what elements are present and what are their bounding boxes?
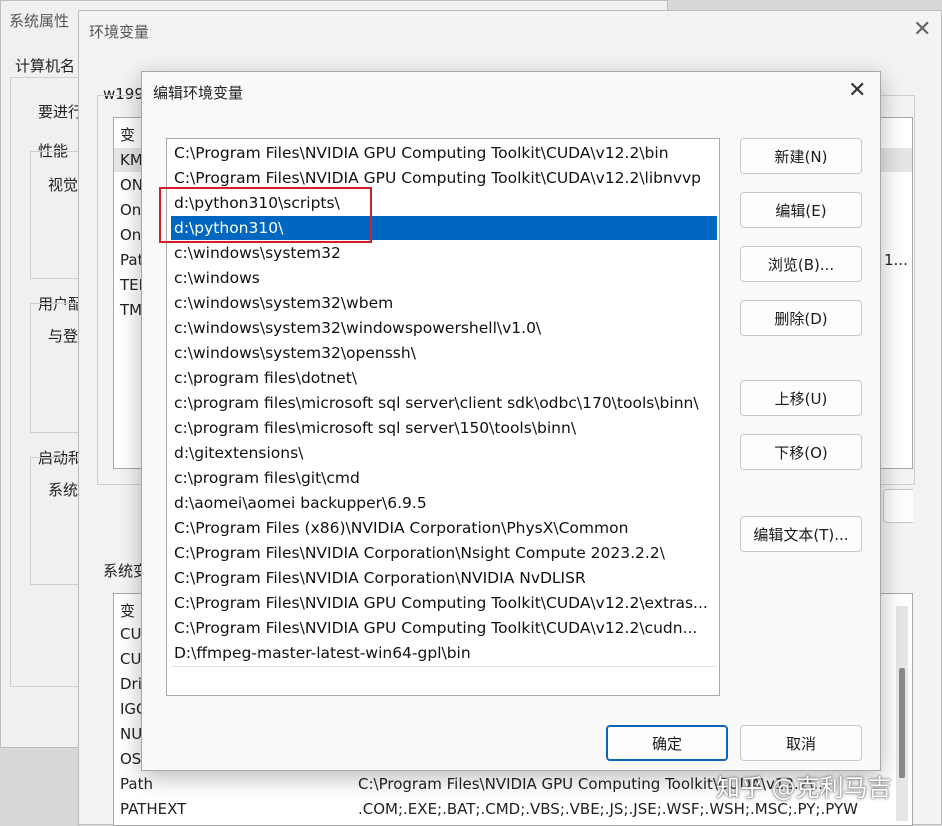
system-properties-title: 系统属性 [9,12,70,30]
sys-vars-scrollbar[interactable] [896,606,908,821]
path-item[interactable]: c:\windows\system32\openssh\ [171,341,717,365]
ok-button[interactable]: 确定 [606,725,728,761]
sys-var-pathext-name[interactable]: PATHEXT [120,800,186,818]
sys-var-name[interactable]: CU [120,625,141,643]
user-var-name[interactable]: TEI [120,276,143,294]
delete-button[interactable]: 删除(D) [740,300,862,336]
highlight-box-annotation [159,187,372,243]
list-divider [171,666,717,667]
label-must: 要进行 [38,103,84,121]
path-item[interactable]: C:\Program Files (x86)\NVIDIA Corporatio… [171,516,717,540]
path-item[interactable]: C:\Program Files\NVIDIA Corporation\Nsig… [171,541,717,565]
user-var-name[interactable]: KM [120,151,143,169]
sys-var-name[interactable]: CU [120,650,141,668]
edit-dialog-close-icon[interactable]: ✕ [848,80,866,102]
new-button[interactable]: 新建(N) [740,138,862,174]
tab-computer-name[interactable]: 计算机名 [15,55,75,76]
move-up-button[interactable]: 上移(U) [740,380,862,416]
environment-variables-title: 环境变量 [89,23,150,41]
user-var-name[interactable]: On [120,226,141,244]
path-item[interactable]: D:\ffmpeg-master-latest-win64-gpl\bin [171,641,717,665]
watermark: 知乎 @克利马吉 [716,774,892,802]
path-item[interactable]: c:\program files\microsoft sql server\15… [171,416,717,440]
path-item[interactable]: C:\Program Files\NVIDIA Corporation\NVID… [171,566,717,590]
path-item[interactable]: c:\windows\system32 [171,241,717,265]
path-item[interactable]: C:\Program Files\NVIDIA GPU Computing To… [171,591,717,615]
path-item[interactable]: C:\Program Files\NVIDIA GPU Computing To… [171,616,717,640]
browse-button[interactable]: 浏览(B)... [740,246,862,282]
path-item[interactable]: c:\program files\microsoft sql server\cl… [171,391,717,415]
edit-button[interactable]: 编辑(E) [740,192,862,228]
path-item[interactable]: c:\program files\git\cmd [171,466,717,490]
path-item[interactable]: c:\windows [171,266,717,290]
path-item[interactable]: c:\windows\system32\wbem [171,291,717,315]
sys-vars-col-header: 变 [120,602,136,620]
path-item[interactable]: d:\aomei\aomei backupper\6.9.5 [171,491,717,515]
sys-vars-scroll-thumb[interactable] [899,668,905,778]
path-item[interactable]: C:\Program Files\NVIDIA GPU Computing To… [171,141,717,165]
user-var-name[interactable]: Pat [120,251,143,269]
edit-env-var-dialog: 编辑环境变量 ✕ C:\Program Files\NVIDIA GPU Com… [141,71,881,771]
path-item[interactable]: d:\gitextensions\ [171,441,717,465]
user-vars-button[interactable] [883,489,913,523]
edit-text-button[interactable]: 编辑文本(T)... [740,516,862,552]
sys-var-name[interactable]: OS [120,750,141,768]
path-item[interactable]: c:\program files\dotnet\ [171,366,717,390]
sys-var-path-name[interactable]: Path [120,775,153,793]
move-down-button[interactable]: 下移(O) [740,434,862,470]
user-var-name[interactable]: ON [120,176,143,194]
cancel-button[interactable]: 取消 [740,725,862,761]
sys-var-name[interactable]: NU [120,725,142,743]
user-var-name[interactable]: TM [120,301,142,319]
edit-dialog-title: 编辑环境变量 [153,84,244,102]
env-close-icon[interactable]: ✕ [913,19,931,41]
user-var-name[interactable]: On [120,201,141,219]
sys-var-name[interactable]: Dri [120,675,142,693]
user-vars-col-header: 变 [120,126,136,144]
user-var-value-partial: 1... [884,251,908,269]
path-item[interactable]: c:\windows\system32\windowspowershell\v1… [171,316,717,340]
